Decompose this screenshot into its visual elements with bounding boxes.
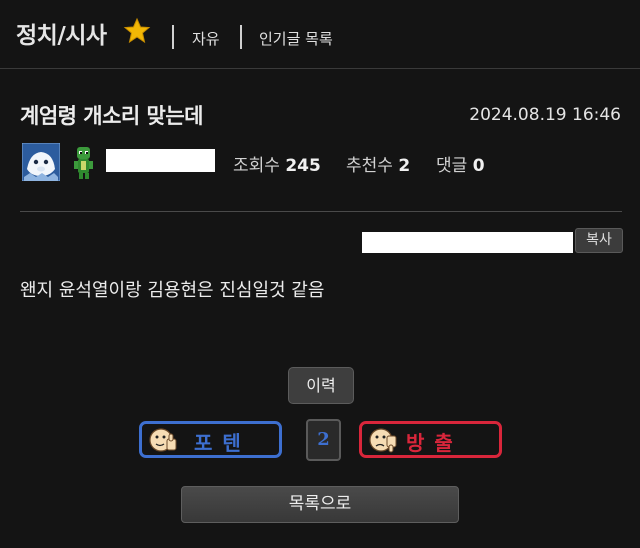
post-date: 2024.08.19 16:46 xyxy=(469,105,621,125)
post-divider xyxy=(20,211,622,212)
post-title: 계엄령 개소리 맞는데 xyxy=(20,104,204,128)
vote-count: 2 xyxy=(306,419,341,461)
post-body: 왠지 윤석열이랑 김용현은 진심일것 같음 xyxy=(20,280,325,301)
tab-popular-list[interactable]: 인기글 목록 xyxy=(259,28,333,49)
author-name-redacted[interactable] xyxy=(106,149,215,172)
downvote-label: 방출 xyxy=(406,431,463,455)
comment-count-value: 0 xyxy=(472,156,485,176)
view-count: 조회수 245 xyxy=(233,151,321,176)
post-url-field-redacted[interactable] xyxy=(362,232,573,253)
view-count-value: 245 xyxy=(285,156,321,176)
tab-free[interactable]: 자유 xyxy=(192,28,220,49)
recommend-count: 추천수 2 xyxy=(346,151,410,176)
tab-divider xyxy=(172,25,174,49)
recommend-count-value: 2 xyxy=(398,156,411,176)
upvote-button[interactable]: 포텐 xyxy=(139,421,282,458)
tab-divider xyxy=(240,25,242,49)
upvote-label: 포텐 xyxy=(194,431,251,455)
board-title[interactable]: 정치/시사 xyxy=(16,16,107,50)
header-divider xyxy=(0,68,640,69)
header-bar: 정치/시사 자유 인기글 목록 xyxy=(0,0,640,68)
downvote-button[interactable]: 방출 xyxy=(359,421,502,458)
thumbs-up-face-icon xyxy=(149,428,177,452)
recommend-count-label: 추천수 xyxy=(346,156,393,176)
back-to-list-button[interactable]: 목록으로 xyxy=(181,486,459,523)
star-icon[interactable] xyxy=(123,17,151,45)
history-button[interactable]: 이력 xyxy=(288,367,354,404)
user-avatar-icon xyxy=(70,143,96,181)
copy-url-button[interactable]: 복사 xyxy=(575,228,623,253)
view-count-label: 조회수 xyxy=(233,156,280,176)
user-level-icon xyxy=(22,143,60,181)
comment-count: 댓글 0 xyxy=(436,151,485,176)
thumbs-down-face-icon xyxy=(369,428,397,453)
comment-count-label: 댓글 xyxy=(436,156,468,176)
